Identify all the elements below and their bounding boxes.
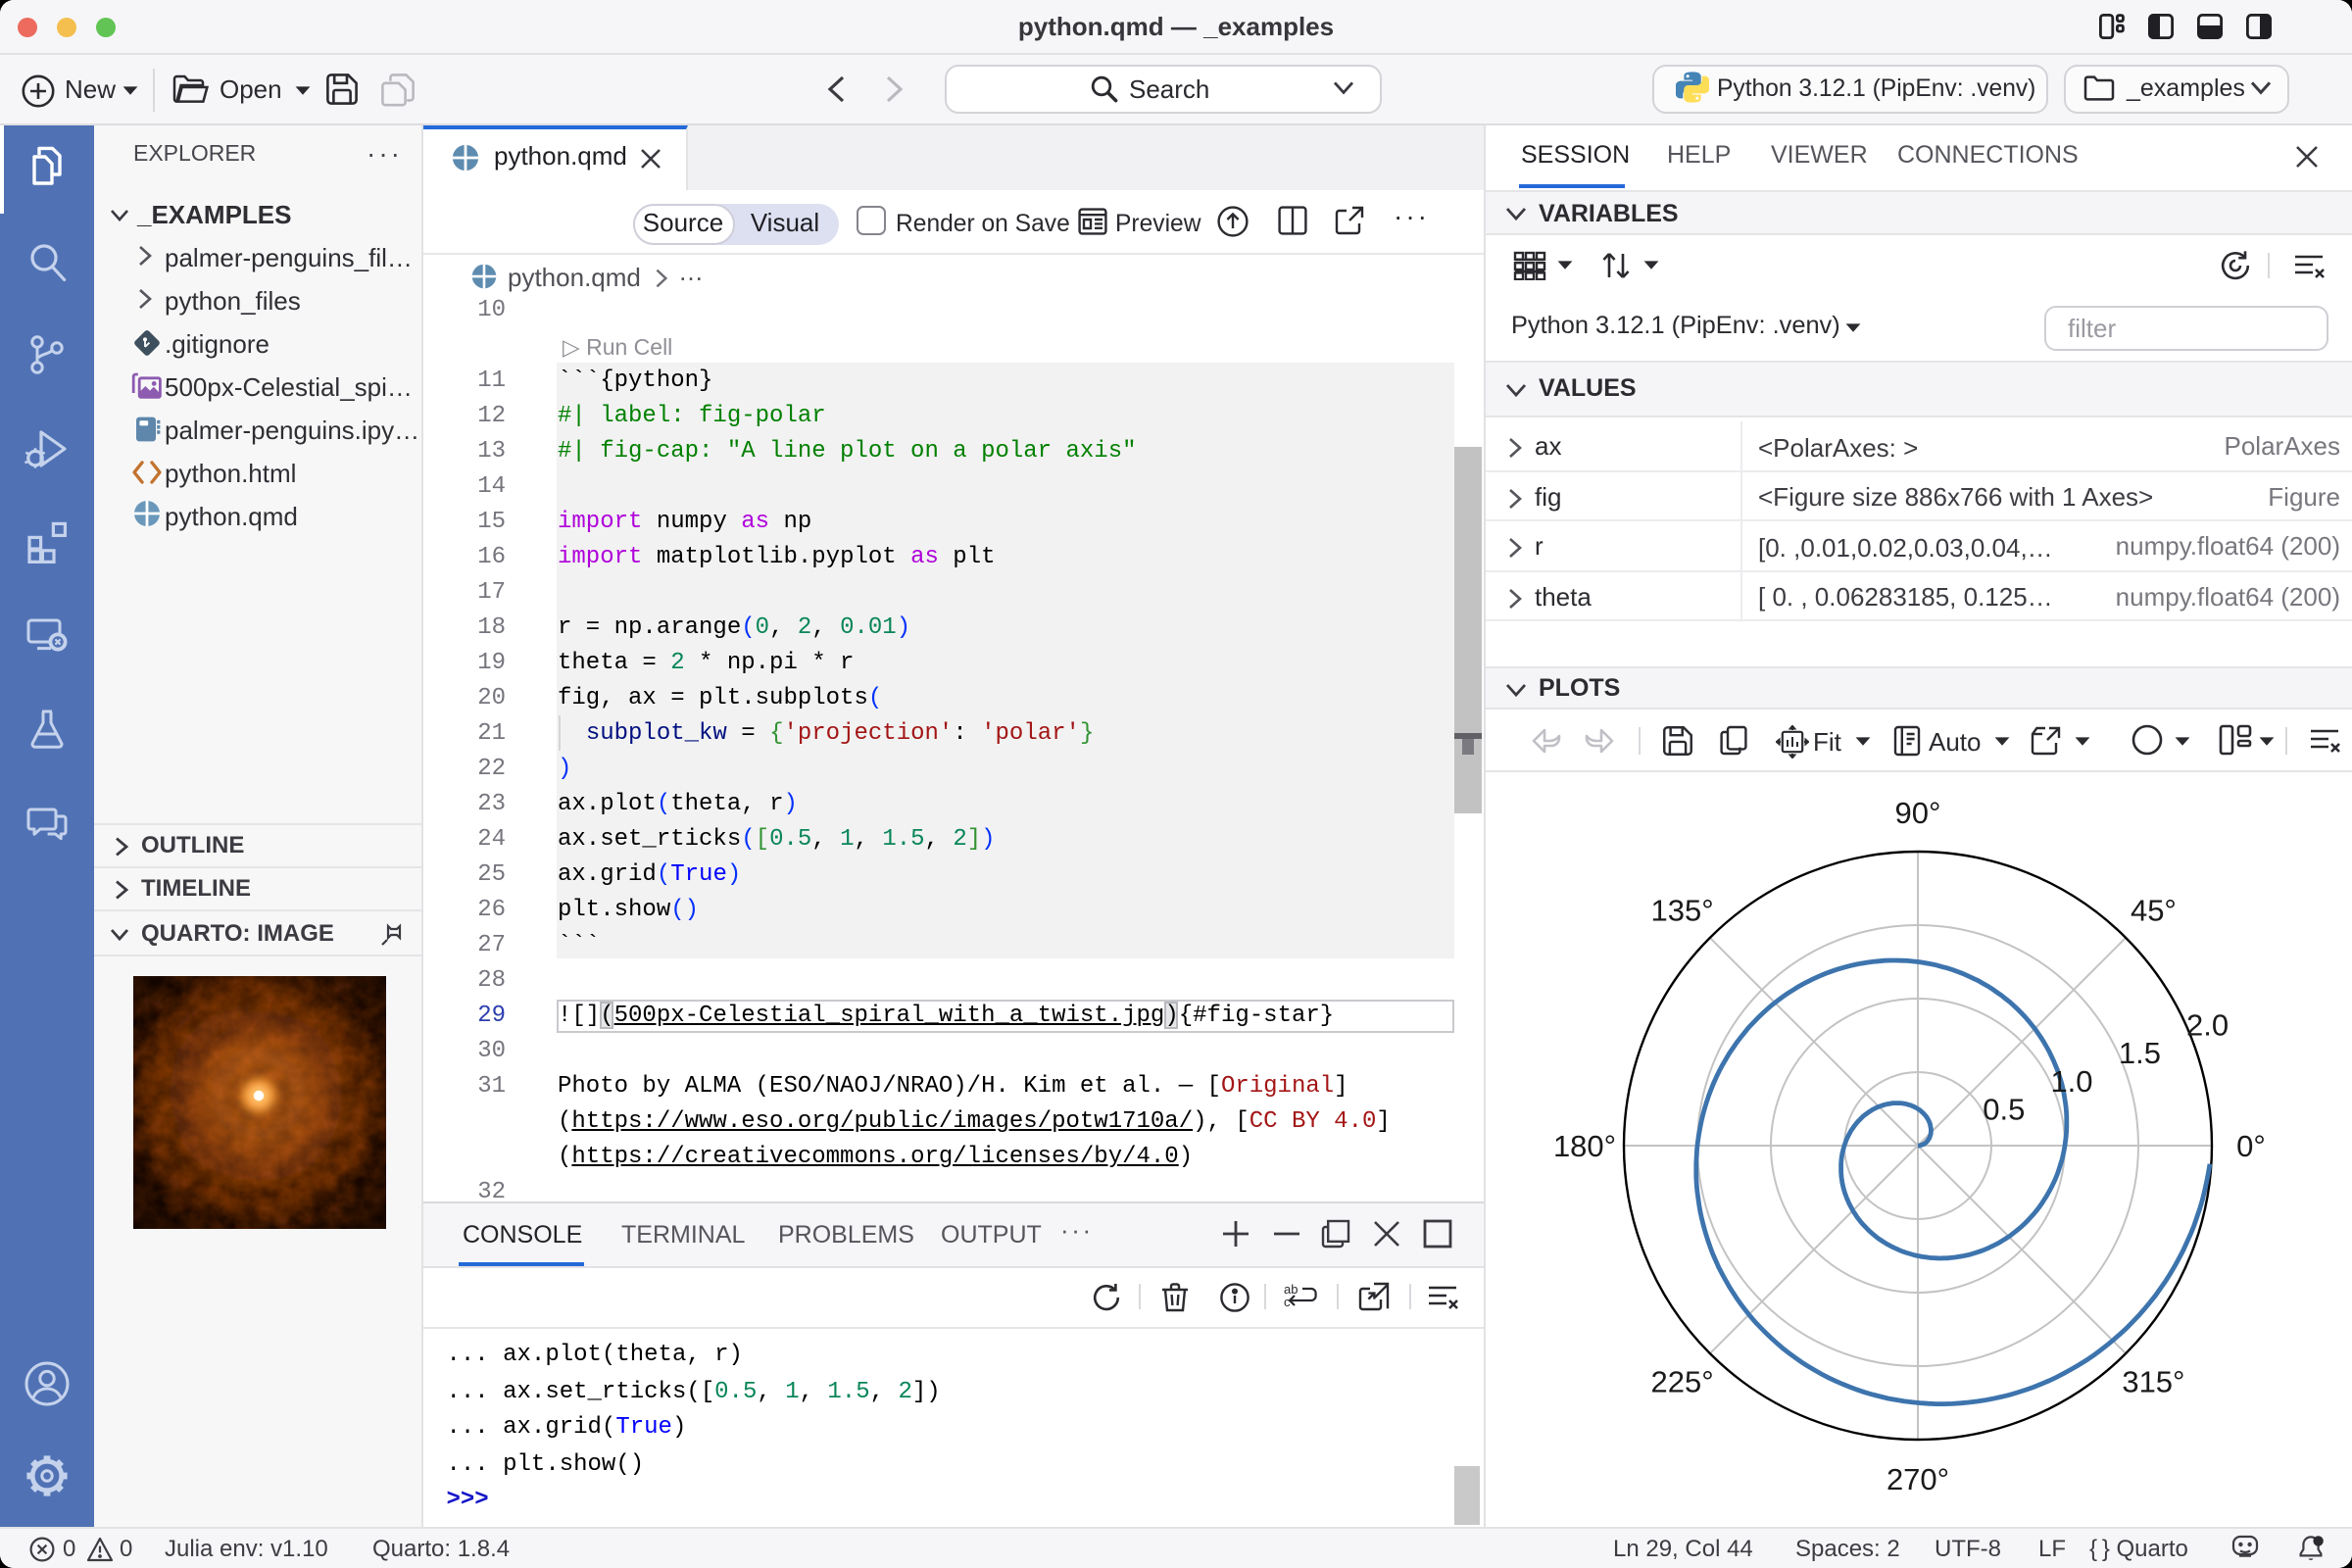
svg-text:45°: 45°: [2131, 893, 2177, 927]
svg-text:2.0: 2.0: [2186, 1007, 2229, 1042]
svg-text:0°: 0°: [2236, 1128, 2266, 1162]
svg-text:270°: 270°: [1886, 1461, 1949, 1495]
svg-text:225°: 225°: [1651, 1363, 1714, 1397]
svg-text:1.0: 1.0: [2050, 1063, 2092, 1098]
svg-text:90°: 90°: [1895, 795, 1941, 829]
svg-text:c: c: [1284, 1295, 1291, 1309]
svg-text:135°: 135°: [1651, 893, 1714, 927]
svg-text:180°: 180°: [1553, 1128, 1616, 1162]
svg-text:315°: 315°: [2122, 1363, 2184, 1397]
svg-text:0.5: 0.5: [1983, 1092, 2025, 1126]
svg-text:1.5: 1.5: [2119, 1035, 2161, 1069]
